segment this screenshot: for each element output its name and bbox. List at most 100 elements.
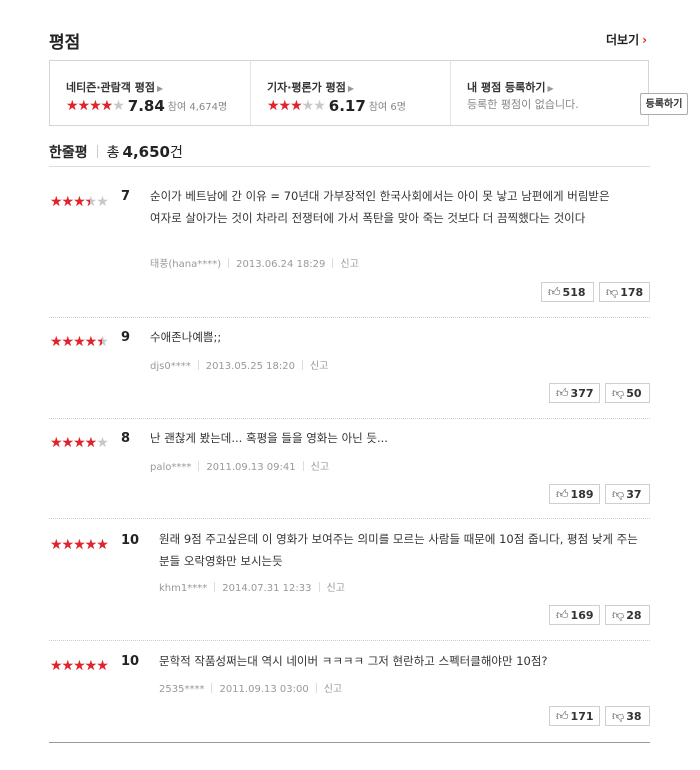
divider	[198, 461, 200, 471]
caret-right-icon: ▶	[547, 84, 554, 93]
review-date: 2011.09.13 03:00	[219, 684, 309, 695]
review-stars: ★★★★★★★★★★	[50, 331, 109, 350]
divider	[49, 742, 650, 743]
divider	[214, 582, 216, 592]
total-prefix: 총	[106, 145, 120, 161]
divider	[197, 360, 199, 370]
thumbs-down-icon: 👎︎	[612, 608, 625, 622]
like-button[interactable]: 👍︎ 377	[549, 383, 600, 403]
thumbs-down-icon: 👎︎	[606, 285, 619, 299]
review-stars: ★★★★★★★★★★	[50, 432, 109, 451]
dislike-count: 28	[626, 609, 642, 622]
register-rating-button[interactable]: 등록하기	[640, 93, 688, 115]
star-rating: ★★★★★★★★★★	[267, 98, 326, 113]
thumbs-up-icon: 👍︎	[556, 709, 569, 723]
divider	[332, 258, 334, 268]
review-score: 10	[121, 533, 140, 548]
star-rating: ★★★★★★★★★★	[66, 98, 125, 113]
star-filled-icons: ★★★★★	[50, 435, 97, 450]
review-user[interactable]: khm1****	[159, 583, 207, 594]
thumbs-up-icon: 👍︎	[556, 487, 569, 501]
divider	[301, 360, 303, 370]
netizen-rating: 네티즌·관람객 평점▶ ★★★★★★★★★★7.84참여 4,674명	[50, 61, 250, 125]
like-button[interactable]: 👍︎ 171	[549, 706, 600, 726]
total-count: 4,650	[122, 143, 170, 161]
like-count: 377	[570, 387, 594, 400]
my-rating-empty-text: 등록한 평점이 없습니다.	[467, 98, 579, 111]
review-meta: khm1**** 2014.07.31 12:33 신고	[159, 579, 345, 594]
caret-right-icon: ▶	[156, 84, 164, 93]
review-text: 문학적 작품성쩌는대 역시 네이버 ㅋㅋㅋㅋ 그저 현란하고 스펙터클해야만 1…	[159, 654, 548, 668]
report-link[interactable]: 신고	[324, 684, 342, 695]
review-score: 7	[121, 189, 131, 204]
star-filled-icons: ★★★★★	[267, 98, 302, 113]
dislike-button[interactable]: 👎︎ 50	[605, 383, 650, 403]
review-meta: 2535**** 2011.09.13 03:00 신고	[159, 680, 342, 695]
review-user[interactable]: palo****	[150, 462, 191, 473]
divider	[302, 461, 304, 471]
like-count: 189	[570, 488, 594, 501]
star-rating: ★★★★★★★★★★	[50, 195, 109, 209]
critic-score: 6.17	[328, 96, 366, 115]
review-score: 8	[121, 431, 131, 446]
critic-rating: 기자·평론가 평점▶ ★★★★★★★★★★6.17참여 6명	[250, 61, 451, 125]
chevron-right-icon: ›	[642, 33, 648, 47]
like-count: 171	[570, 710, 594, 723]
star-rating: ★★★★★★★★★★	[50, 537, 109, 552]
star-filled-icons: ★★★★★	[50, 658, 108, 673]
divider	[49, 518, 650, 519]
my-rating-label: 내 평점 등록하기	[467, 81, 546, 94]
star-rating: ★★★★★★★★★★	[50, 658, 109, 673]
dislike-button[interactable]: 👎︎ 37	[605, 484, 650, 504]
divider	[49, 640, 650, 641]
review-text: 난 괜찮게 봤는데... 혹평을 들을 영화는 아닌 듯...	[150, 431, 388, 445]
thumbs-up-icon: 👍︎	[556, 608, 569, 622]
review-score: 9	[121, 330, 131, 345]
netizen-rating-link[interactable]: 네티즌·관람객 평점 ▶	[66, 79, 163, 95]
more-link[interactable]: 더보기 ›	[606, 31, 647, 48]
like-button[interactable]: 👍︎ 189	[549, 484, 600, 504]
netizen-count: 참여 4,674명	[167, 102, 228, 113]
report-link[interactable]: 신고	[327, 583, 345, 594]
dislike-count: 50	[626, 387, 642, 400]
dislike-count: 38	[626, 710, 642, 723]
like-count: 518	[562, 286, 586, 299]
review-user[interactable]: 태풍(hana****)	[150, 259, 221, 270]
review-text: 원래 9점 주고싶은데 이 영화가 보여주는 의미를 모르는 사람들 때문에 1…	[159, 532, 638, 568]
like-button[interactable]: 👍︎ 169	[549, 605, 600, 625]
dislike-button[interactable]: 👎︎ 38	[605, 706, 650, 726]
star-filled-icons: ★★★★★	[50, 537, 108, 552]
divider	[96, 145, 98, 158]
review-date: 2014.07.31 12:33	[222, 583, 312, 594]
netizen-score: 7.84	[127, 96, 165, 115]
my-rating-link[interactable]: 내 평점 등록하기 ▶	[467, 79, 554, 95]
critic-rating-link[interactable]: 기자·평론가 평점 ▶	[267, 79, 354, 95]
caret-right-icon: ▶	[347, 84, 355, 93]
rating-summary: 네티즌·관람객 평점▶ ★★★★★★★★★★7.84참여 4,674명 기자·평…	[49, 60, 688, 126]
star-rating: ★★★★★★★★★★	[50, 335, 109, 349]
thumbs-down-icon: 👎︎	[612, 487, 625, 501]
dislike-button[interactable]: 👎︎ 178	[599, 282, 650, 302]
thumbs-up-icon: 👍︎	[548, 285, 561, 299]
divider	[49, 166, 650, 167]
review-stars: ★★★★★★★★★★	[50, 655, 109, 674]
comments-label: 한줄평	[49, 145, 88, 161]
review-user[interactable]: 2535****	[159, 684, 204, 695]
netizen-rating-label: 네티즌·관람객 평점	[66, 81, 155, 94]
review-date: 2013.06.24 18:29	[236, 259, 326, 270]
report-link[interactable]: 신고	[311, 462, 329, 473]
dislike-button[interactable]: 👎︎ 28	[605, 605, 650, 625]
divider	[315, 683, 317, 693]
report-link[interactable]: 신고	[310, 361, 328, 372]
report-link[interactable]: 신고	[340, 259, 358, 270]
my-rating: 내 평점 등록하기 ▶ 등록한 평점이 없습니다. 등록하기	[450, 61, 688, 125]
star-filled-icons: ★★★★★	[66, 98, 113, 113]
divider	[318, 582, 320, 592]
divider	[211, 683, 213, 693]
like-button[interactable]: 👍︎ 518	[541, 282, 594, 302]
review-user[interactable]: djs0****	[150, 361, 191, 372]
review-date: 2011.09.13 09:41	[206, 462, 296, 473]
review-stars: ★★★★★★★★★★	[50, 191, 109, 210]
thumbs-down-icon: 👎︎	[612, 709, 625, 723]
thumbs-up-icon: 👍︎	[556, 386, 569, 400]
